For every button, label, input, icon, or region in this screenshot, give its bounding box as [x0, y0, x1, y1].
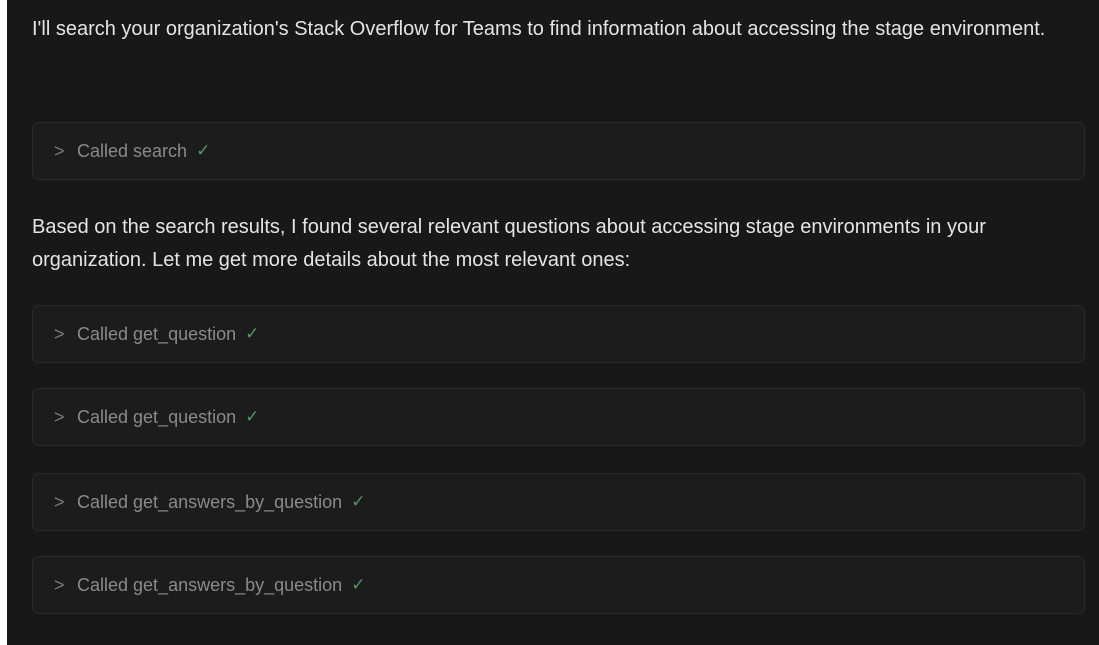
chevron-right-icon: > [54, 491, 65, 512]
assistant-message-intro: I'll search your organization's Stack Ov… [32, 18, 1046, 40]
tool-call-get-answers-2[interactable]: > Called get_answers_by_question ✓ [32, 556, 1085, 614]
tool-call-label: Called get_answers_by_question [77, 491, 343, 512]
tool-call-search[interactable]: > Called search ✓ [32, 122, 1085, 180]
checkmark-icon: ✓ [245, 324, 260, 343]
checkmark-icon: ✓ [351, 492, 366, 511]
tool-call-get-answers-1[interactable]: > Called get_answers_by_question ✓ [32, 473, 1085, 531]
chevron-right-icon: > [54, 140, 65, 161]
chevron-right-icon: > [54, 323, 65, 344]
chat-panel: I'll search your organization's Stack Ov… [7, 0, 1099, 645]
checkmark-icon: ✓ [351, 575, 366, 594]
tool-call-label: Called get_question [77, 406, 237, 427]
chevron-right-icon: > [54, 574, 65, 595]
tool-call-get-question-2[interactable]: > Called get_question ✓ [32, 388, 1085, 446]
checkmark-icon: ✓ [196, 141, 211, 160]
checkmark-icon: ✓ [245, 407, 260, 426]
chevron-right-icon: > [54, 406, 65, 427]
assistant-message-followup: Based on the search results, I found sev… [32, 216, 986, 271]
tool-call-label: Called search [77, 140, 188, 161]
tool-call-label: Called get_answers_by_question [77, 574, 343, 595]
tool-call-get-question-1[interactable]: > Called get_question ✓ [32, 305, 1085, 363]
tool-call-label: Called get_question [77, 323, 237, 344]
